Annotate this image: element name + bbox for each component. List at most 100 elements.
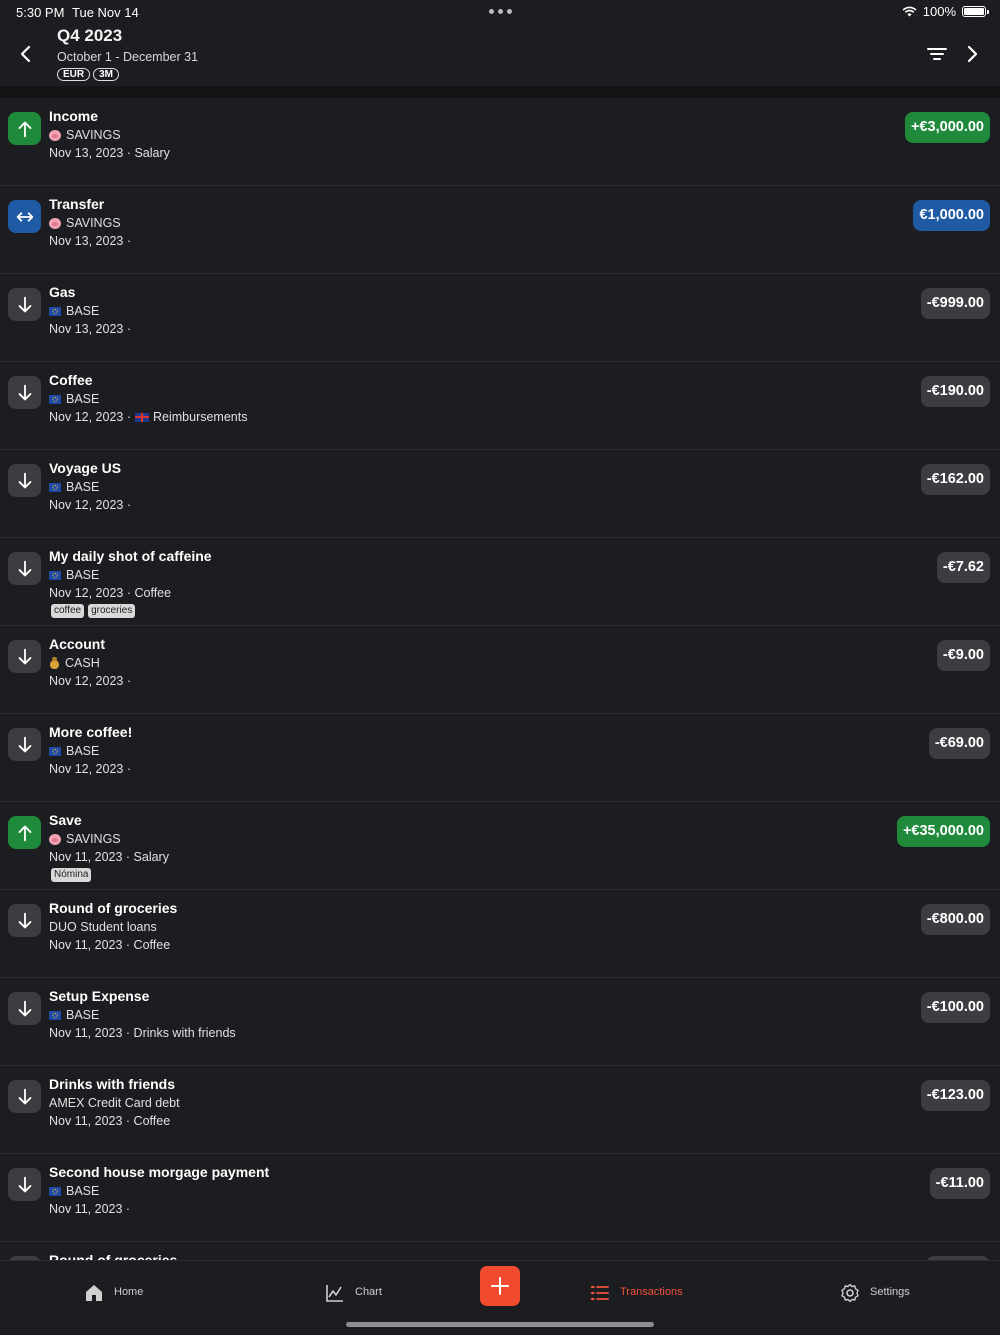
transaction-date-category: Nov 11, 2023 · Coffee: [49, 1114, 171, 1128]
transaction-name: Drinks with friends: [49, 1076, 176, 1092]
chevron-left-icon[interactable]: [14, 42, 38, 66]
tab-home-label: Home: [114, 1286, 144, 1298]
multitasking-dots-icon[interactable]: [489, 9, 512, 14]
account-name: BASE: [66, 1008, 100, 1022]
transaction-list[interactable]: Income SAVINGS Nov 13, 2023 · Salary +€3,00…: [0, 98, 1000, 1260]
amount-badge: -€800.00: [920, 904, 990, 935]
transaction-type-badge: [8, 640, 41, 673]
transaction-type-badge: [8, 200, 41, 233]
transaction-meta: Nov 13, 2023 ·: [49, 234, 131, 248]
transaction-row[interactable]: Setup Expense BASE Nov 11, 2023 · Drinks w…: [0, 978, 1000, 1066]
account-name: AMEX Credit Card debt: [49, 1096, 180, 1110]
account-name: BASE: [66, 1184, 100, 1198]
account-name: BASE: [66, 568, 100, 582]
transaction-type-badge: [8, 376, 41, 409]
arrow-down-icon: [18, 384, 31, 400]
transaction-row[interactable]: Voyage US BASE Nov 12, 2023 · -€162.00: [0, 450, 1000, 538]
range-chip[interactable]: 3M: [93, 68, 120, 81]
status-bar: 5:30 PM Tue Nov 14 100%: [0, 0, 1000, 24]
eu-flag-icon: [49, 1186, 61, 1196]
account-name: BASE: [66, 392, 100, 406]
transaction-row[interactable]: Drinks with friends AMEX Credit Card debt…: [0, 1066, 1000, 1154]
amount-badge: -€9.00: [936, 640, 990, 671]
tab-settings[interactable]: Settings: [840, 1283, 910, 1303]
transaction-date-category: Nov 13, 2023 ·: [49, 322, 131, 336]
eu-flag-icon: [49, 570, 61, 580]
transaction-row[interactable]: Save SAVINGS Nov 11, 2023 · Salary Nómina +€…: [0, 802, 1000, 890]
account-name: BASE: [66, 304, 100, 318]
transaction-account: DUO Student loans: [49, 920, 157, 934]
transaction-row[interactable]: Transfer SAVINGS Nov 13, 2023 · €1,000.00: [0, 186, 1000, 274]
transaction-meta: Nov 11, 2023 · Coffee: [49, 938, 170, 952]
transaction-account: SAVINGS: [49, 832, 121, 846]
battery-icon: [962, 6, 989, 17]
account-name: BASE: [66, 480, 100, 494]
account-name: CASH: [65, 656, 100, 670]
amount-badge: -€11.00: [929, 1168, 990, 1199]
transaction-meta: Nov 11, 2023 · Drinks with friends: [49, 1026, 236, 1040]
transaction-name: Second house morgage payment: [49, 1164, 270, 1180]
tab-chart[interactable]: Chart: [325, 1283, 382, 1303]
add-transaction-button[interactable]: [480, 1266, 520, 1306]
home-indicator: [346, 1322, 654, 1327]
arrow-down-icon: [18, 296, 31, 312]
tab-transactions[interactable]: Transactions: [590, 1283, 683, 1303]
chevron-right-icon[interactable]: [960, 42, 984, 66]
amount-badge: -€7.62: [936, 552, 990, 583]
arrows-left-right-icon: [16, 211, 33, 222]
transaction-name: Transfer: [49, 196, 105, 212]
transaction-row[interactable]: Gas BASE Nov 13, 2023 · -€999.00: [0, 274, 1000, 362]
amount-badge: -€190.00: [920, 376, 990, 407]
transaction-account: BASE: [49, 1184, 99, 1198]
transaction-row[interactable]: Coffee BASE Nov 12, 2023 · Reimbursements -€…: [0, 362, 1000, 450]
amount-badge: -€162.00: [920, 464, 990, 495]
tag-list: coffee groceries: [51, 604, 136, 618]
tab-transactions-label: Transactions: [620, 1286, 683, 1298]
home-icon: [86, 1285, 102, 1301]
transaction-name: Coffee: [49, 372, 93, 388]
transaction-row[interactable]: Account CASH Nov 12, 2023 · -€9.00: [0, 626, 1000, 714]
eu-flag-icon: [49, 306, 61, 316]
tab-settings-label: Settings: [870, 1286, 910, 1298]
transaction-account: BASE: [49, 1008, 99, 1022]
transaction-row[interactable]: Round of groceries DUO Student loans Nov 1…: [0, 890, 1000, 978]
tag[interactable]: groceries: [88, 604, 136, 618]
pig-icon: [49, 217, 61, 229]
transaction-row[interactable]: Second house morgage payment BASE Nov 11, …: [0, 1154, 1000, 1242]
transaction-date-category: Nov 11, 2023 · Salary: [49, 850, 169, 864]
transaction-date-category: Nov 12, 2023 ·: [49, 674, 131, 688]
transaction-meta: Nov 12, 2023 ·: [49, 674, 131, 688]
transaction-row[interactable]: Round of groceries: [0, 1242, 1000, 1260]
amount-badge: -€100.00: [920, 992, 990, 1023]
eu-flag-icon: [49, 482, 61, 492]
currency-chip[interactable]: EUR: [57, 68, 91, 81]
transaction-name: Gas: [49, 284, 76, 300]
tab-home[interactable]: Home: [84, 1283, 143, 1303]
arrow-down-icon: [18, 472, 31, 488]
arrow-down-icon: [18, 1000, 31, 1016]
amount-badge: €1,000.00: [913, 200, 990, 231]
arrow-up-icon: [18, 825, 31, 841]
eu-flag-icon: [49, 394, 61, 404]
transaction-date-category: Nov 13, 2023 · Salary: [49, 146, 170, 160]
transaction-meta: Nov 12, 2023 · Reimbursements: [49, 410, 247, 424]
transaction-type-badge: [8, 552, 41, 585]
transaction-date-category: Nov 11, 2023 · Coffee: [49, 938, 171, 952]
tag[interactable]: coffee: [51, 604, 85, 618]
amount-badge: -€999.00: [920, 288, 990, 319]
tag[interactable]: Nómina: [51, 868, 92, 882]
period-range: October 1 - December 31: [57, 50, 199, 64]
transaction-type-badge: [8, 992, 41, 1025]
transaction-row[interactable]: My daily shot of caffeine BASE Nov 12, 202…: [0, 538, 1000, 626]
transaction-row[interactable]: Income SAVINGS Nov 13, 2023 · Salary +€3,00…: [0, 98, 1000, 186]
transaction-account: AMEX Credit Card debt: [49, 1096, 180, 1110]
transaction-name: Account: [49, 636, 105, 652]
transaction-date-category: Nov 12, 2023 · Coffee: [49, 586, 172, 600]
transaction-meta: Nov 12, 2023 ·: [49, 498, 131, 512]
line-chart-icon: [326, 1285, 343, 1302]
transaction-date-category: Nov 11, 2023 ·: [49, 1202, 131, 1216]
page-title: Q4 2023: [57, 26, 123, 45]
transaction-row[interactable]: More coffee! BASE Nov 12, 2023 · -€69.00: [0, 714, 1000, 802]
filter-icon[interactable]: [926, 44, 948, 64]
pig-icon: [49, 833, 61, 845]
